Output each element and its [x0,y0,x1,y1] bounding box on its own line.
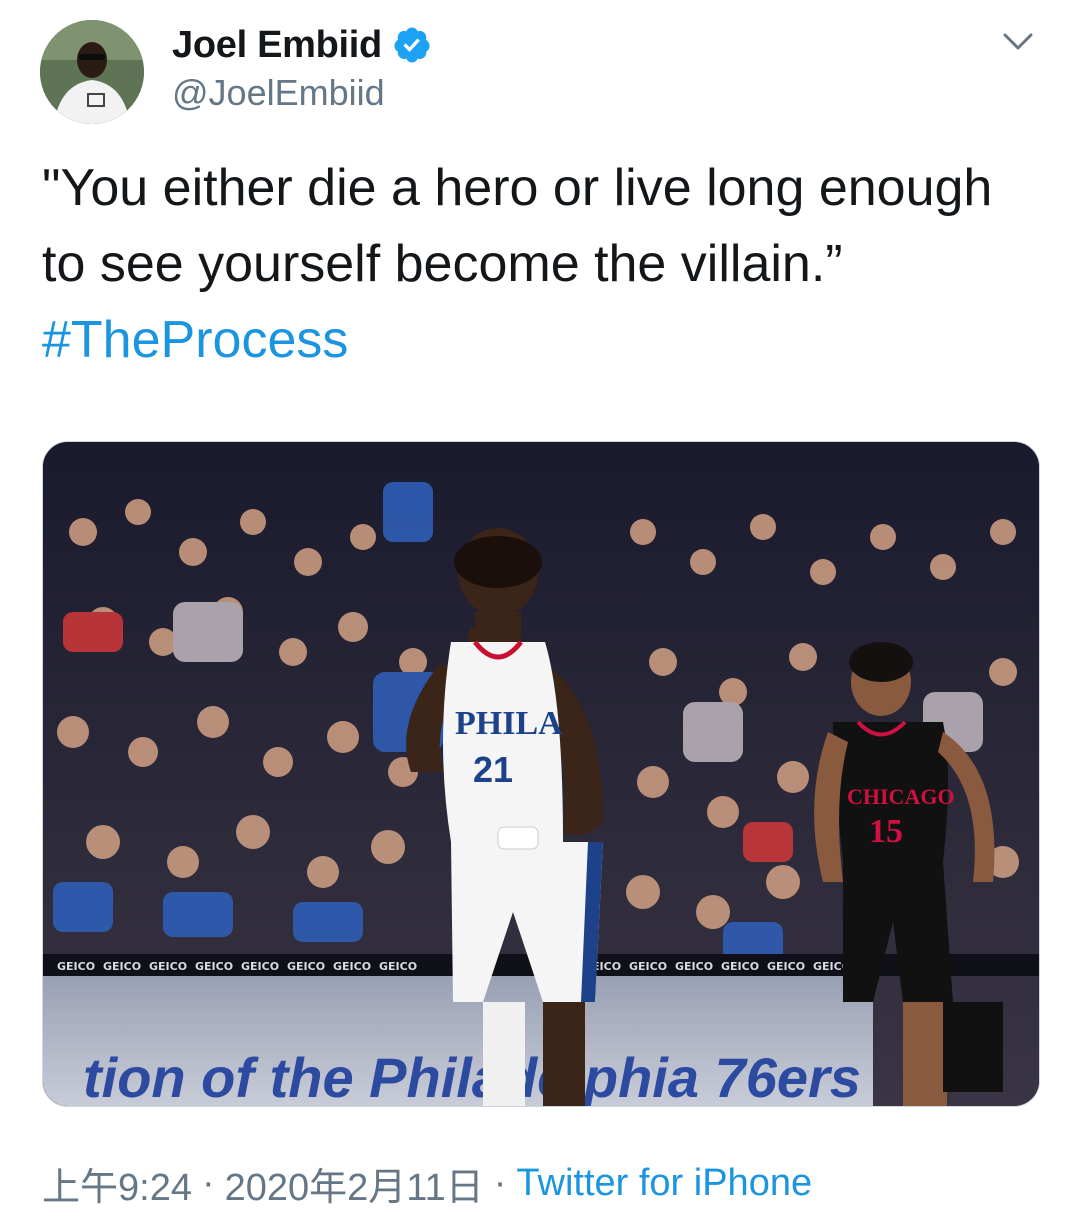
jersey-home-text: PHILA [455,705,563,742]
separator: · [201,1162,215,1204]
tweet-time[interactable]: 上午9:24 [42,1156,192,1211]
author-handle[interactable]: @JoelEmbiid [172,72,385,114]
ad-text-5: GEICO [241,960,279,973]
hashtag-link[interactable]: #TheProcess [42,311,348,369]
basketball-photo: GEICO GEICO GEICO GEICO GEICO GEICO GEIC… [43,442,1039,1106]
tweet-card: Joel Embiid @JoelEmbiid "You either die … [0,0,1080,1222]
tweet-text: "You either die a hero or live long enou… [42,150,1042,378]
ad-text-1: GEICO [57,960,95,973]
ad-text-4: GEICO [195,960,233,973]
chevron-down-icon[interactable] [1000,26,1036,56]
author-display-name[interactable]: Joel Embiid [172,24,382,67]
jersey-away-number: 15 [869,813,903,850]
jersey-home-number: 21 [473,749,513,790]
ad-text-7: GEICO [333,960,371,973]
ad-text-11: GEICO [675,960,713,973]
jersey-away-text: CHICAGO [847,784,955,809]
author-avatar[interactable] [40,20,144,124]
separator: · [493,1162,507,1204]
tweet-body: "You either die a hero or live long enou… [42,159,993,293]
ad-text-8: GEICO [379,960,417,973]
ad-text-3: GEICO [149,960,187,973]
tweet-photo[interactable]: GEICO GEICO GEICO GEICO GEICO GEICO GEIC… [42,441,1040,1107]
tweet-date[interactable]: 2020年2月11日 [225,1156,484,1211]
ad-text-13: GEICO [767,960,805,973]
ad-text-6: GEICO [287,960,325,973]
source-link[interactable]: Twitter for iPhone [516,1162,812,1205]
tweet-meta: 上午9:24 · 2020年2月11日 · Twitter for iPhone [42,1156,812,1211]
ad-text-2: GEICO [103,960,141,973]
ad-text-10: GEICO [629,960,667,973]
author-name-row: Joel Embiid [172,20,432,70]
board-text: tion of the Philadelphia 76ers [83,1046,861,1106]
ad-text-12: GEICO [721,960,759,973]
avatar-photo [40,20,144,124]
verified-badge-icon [392,25,432,65]
